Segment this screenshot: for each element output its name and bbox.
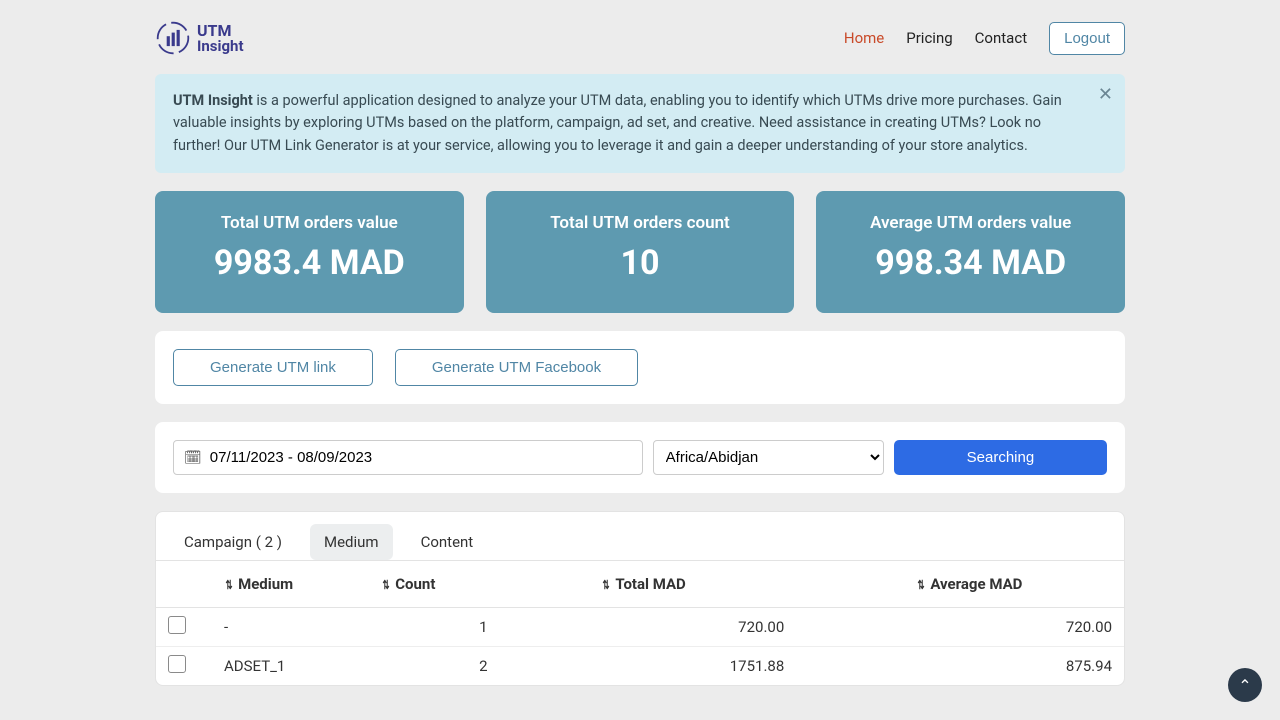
calendar-icon: 🗓 xyxy=(184,450,202,466)
col-total[interactable]: ⇅Total MAD xyxy=(589,561,904,608)
alert-title: UTM Insight xyxy=(173,92,253,109)
stat-title: Average UTM orders value xyxy=(826,213,1115,233)
nav-contact[interactable]: Contact xyxy=(975,29,1027,47)
header: UTM Insight Home Pricing Contact Logout xyxy=(155,14,1125,74)
tab-content[interactable]: Content xyxy=(407,524,488,560)
cell-total: 1751.88 xyxy=(589,647,904,686)
timezone-select[interactable]: Africa/Abidjan xyxy=(653,440,884,475)
row-checkbox[interactable] xyxy=(168,655,186,673)
stat-value: 9983.4 MAD xyxy=(165,243,454,283)
table-row: - 1 720.00 720.00 xyxy=(156,608,1124,647)
generator-card: Generate UTM link Generate UTM Facebook xyxy=(155,331,1125,404)
stat-value: 10 xyxy=(496,243,785,283)
info-alert: UTM Insight is a powerful application de… xyxy=(155,74,1125,173)
sort-icon: ⇅ xyxy=(603,578,610,592)
tab-campaign[interactable]: Campaign ( 2 ) xyxy=(170,524,296,560)
search-button[interactable]: Searching xyxy=(894,440,1107,475)
col-average[interactable]: ⇅Average MAD xyxy=(904,561,1124,608)
stat-title: Total UTM orders value xyxy=(165,213,454,233)
logo-icon xyxy=(155,20,191,56)
date-range-input[interactable]: 🗓 xyxy=(173,440,643,475)
tab-medium[interactable]: Medium xyxy=(310,524,393,560)
alert-text: is a powerful application designed to an… xyxy=(173,92,1062,154)
table-row: ADSET_1 2 1751.88 875.94 xyxy=(156,647,1124,686)
stat-total-value: Total UTM orders value 9983.4 MAD xyxy=(155,191,464,313)
cell-count: 1 xyxy=(369,608,589,647)
stat-average-value: Average UTM orders value 998.34 MAD xyxy=(816,191,1125,313)
stat-value: 998.34 MAD xyxy=(826,243,1115,283)
cell-average: 875.94 xyxy=(904,647,1124,686)
nav: Home Pricing Contact Logout xyxy=(844,22,1125,55)
col-count[interactable]: ⇅Count xyxy=(369,561,589,608)
close-icon[interactable]: ✕ xyxy=(1098,84,1113,105)
stat-title: Total UTM orders count xyxy=(496,213,785,233)
cell-average: 720.00 xyxy=(904,608,1124,647)
sort-icon: ⇅ xyxy=(918,578,925,592)
filter-card: 🗓 Africa/Abidjan Searching xyxy=(155,422,1125,493)
stats-row: Total UTM orders value 9983.4 MAD Total … xyxy=(155,191,1125,313)
results-card: Campaign ( 2 ) Medium Content ⇅Medium ⇅C… xyxy=(155,511,1125,686)
sort-icon: ⇅ xyxy=(383,578,390,592)
cell-count: 2 xyxy=(369,647,589,686)
chevron-up-icon: ⌃ xyxy=(1238,676,1251,695)
date-range-field[interactable] xyxy=(210,449,632,466)
logout-button[interactable]: Logout xyxy=(1049,22,1125,55)
generate-utm-link-button[interactable]: Generate UTM link xyxy=(173,349,373,386)
scroll-top-button[interactable]: ⌃ xyxy=(1228,668,1262,702)
results-table: ⇅Medium ⇅Count ⇅Total MAD ⇅Average MAD -… xyxy=(156,560,1124,685)
cell-medium: - xyxy=(212,608,369,647)
logo[interactable]: UTM Insight xyxy=(155,20,244,56)
cell-total: 720.00 xyxy=(589,608,904,647)
row-checkbox[interactable] xyxy=(168,616,186,634)
sort-icon: ⇅ xyxy=(226,578,233,592)
col-medium[interactable]: ⇅Medium xyxy=(212,561,369,608)
logo-text: UTM Insight xyxy=(197,23,244,54)
tabs: Campaign ( 2 ) Medium Content xyxy=(156,512,1124,560)
cell-medium: ADSET_1 xyxy=(212,647,369,686)
generate-utm-facebook-button[interactable]: Generate UTM Facebook xyxy=(395,349,638,386)
nav-home[interactable]: Home xyxy=(844,29,884,47)
stat-total-count: Total UTM orders count 10 xyxy=(486,191,795,313)
nav-pricing[interactable]: Pricing xyxy=(906,29,952,47)
